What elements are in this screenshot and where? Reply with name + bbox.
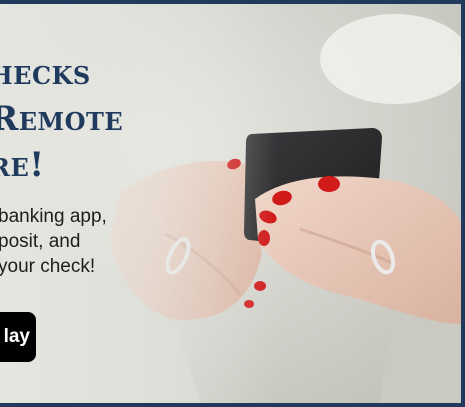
google-play-store-button[interactable]: lay: [0, 312, 36, 362]
headline-line-3: re!: [0, 145, 45, 185]
body-line-2: posit, and: [0, 231, 81, 252]
body-copy: banking app, posit, and your check!: [0, 204, 107, 279]
body-line-1: banking app,: [0, 206, 107, 227]
store-badge-label: lay: [3, 326, 30, 347]
remote-deposit-banner: hecks Remote re! banking app, posit, and…: [0, 0, 465, 407]
headline-line-2: Remote: [0, 99, 124, 139]
body-line-3: your check!: [0, 256, 96, 277]
headline: hecks Remote re!: [0, 50, 123, 188]
headline-line-1: hecks: [0, 53, 91, 93]
